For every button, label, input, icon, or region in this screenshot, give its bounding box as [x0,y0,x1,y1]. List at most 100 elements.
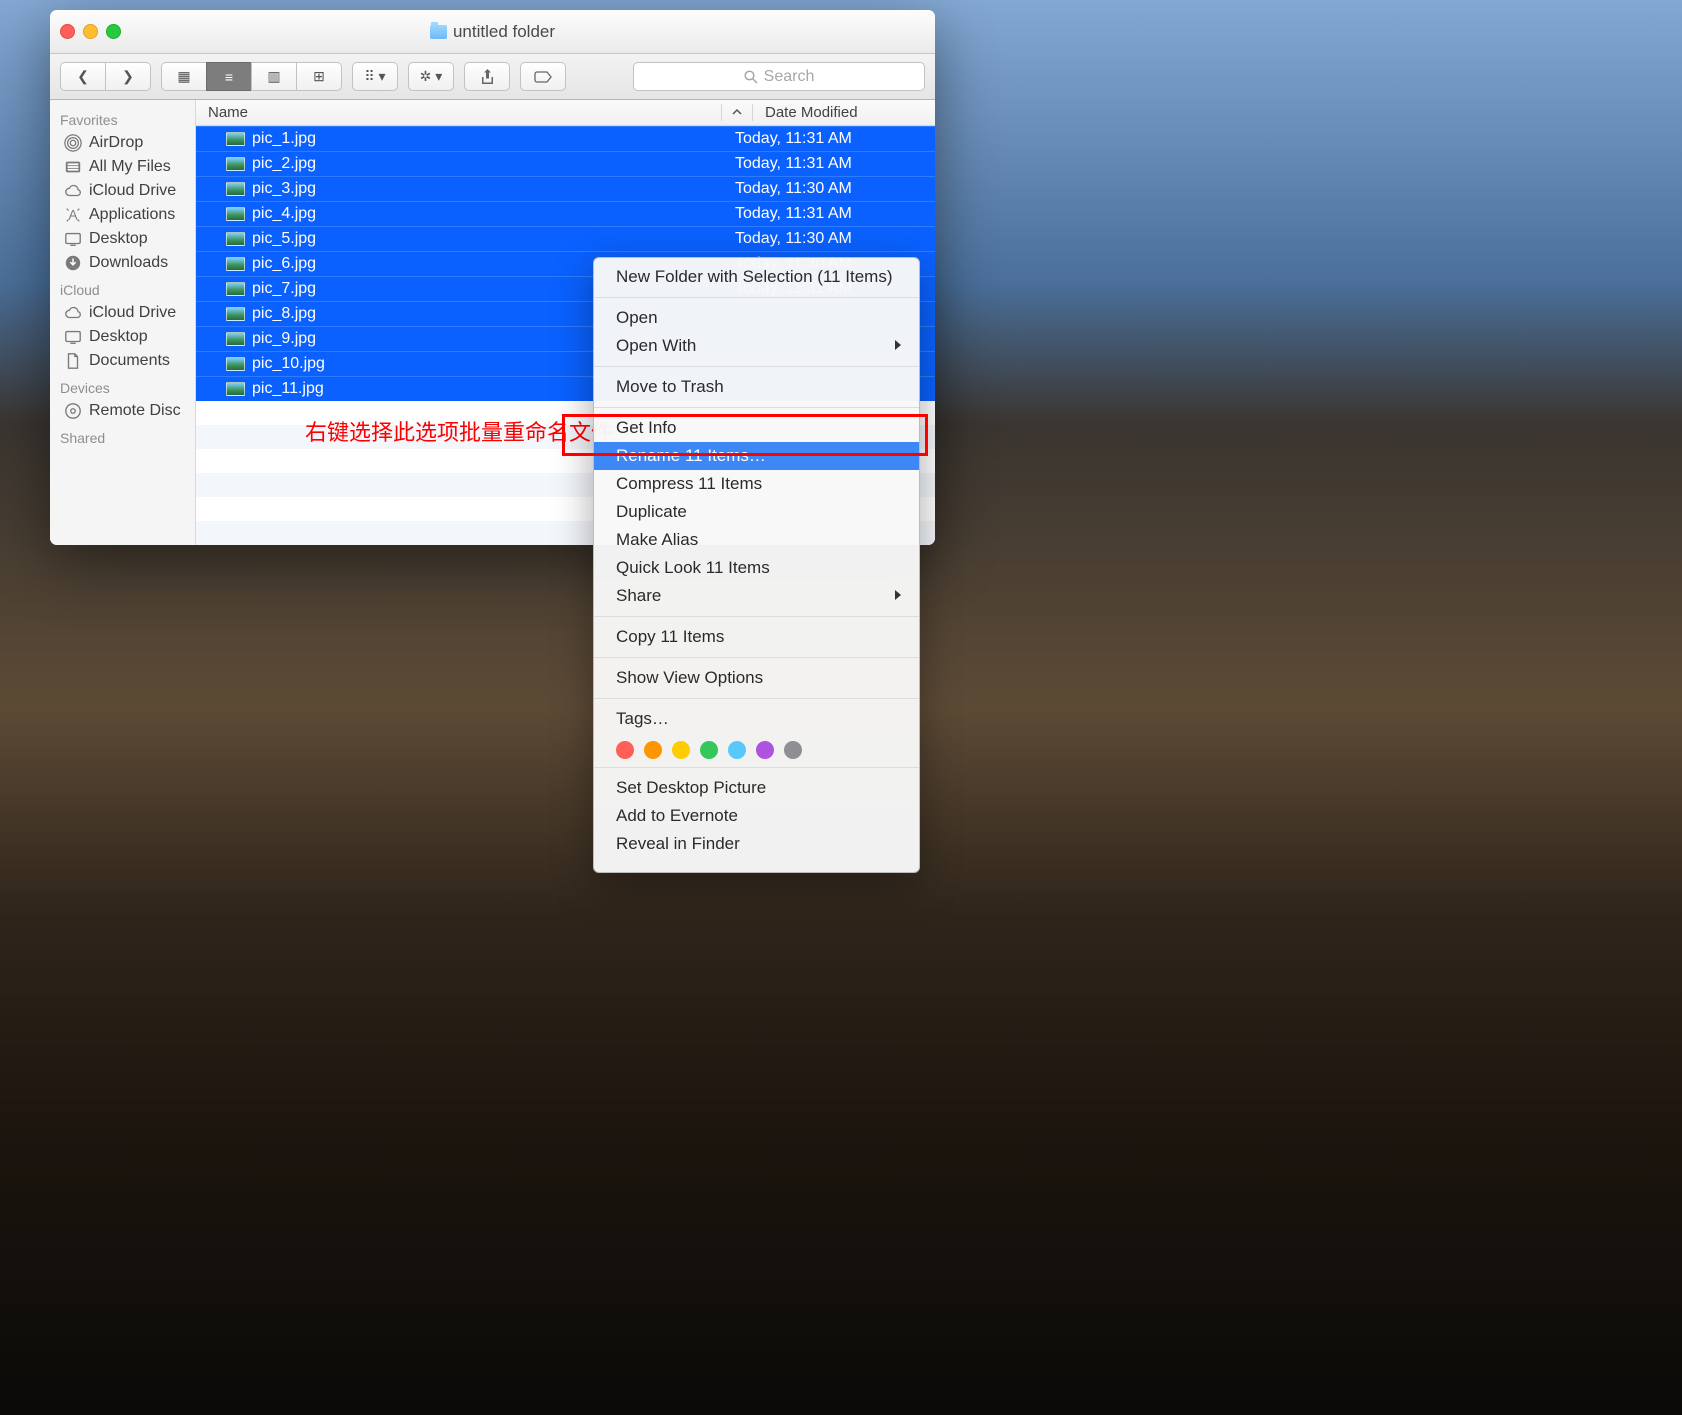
sidebar-item-icloud-drive[interactable]: iCloud Drive [50,179,195,203]
menu-item-tags[interactable]: Tags… [594,705,919,733]
sidebar-item-label: All My Files [89,158,171,176]
toolbar: ❮ ❯ ▦ ≡ ▥ ⊞ ⠿ ▾ ✲ ▾ Search [50,54,935,100]
menu-item-copy-11-items[interactable]: Copy 11 Items [594,623,919,651]
menu-item-label: Duplicate [616,502,687,522]
tag-color[interactable] [700,741,718,759]
file-date: Today, 11:30 AM [723,180,935,198]
nav-buttons: ❮ ❯ [60,62,151,91]
menu-separator [594,767,919,768]
sort-indicator[interactable] [721,104,752,121]
menu-item-label: Open [616,308,658,328]
column-date[interactable]: Date Modified [752,104,935,121]
menu-item-add-to-evernote[interactable]: Add to Evernote [594,802,919,830]
tags-button[interactable] [520,62,566,91]
menu-separator [594,407,919,408]
file-row[interactable]: pic_4.jpgToday, 11:31 AM [196,201,935,226]
menu-item-get-info[interactable]: Get Info [594,414,919,442]
view-columns-button[interactable]: ▥ [251,62,296,91]
window-title-text: untitled folder [453,22,555,42]
sidebar-item-remote-disc[interactable]: Remote Disc [50,399,195,423]
tag-color[interactable] [644,741,662,759]
sidebar-item-documents[interactable]: Documents [50,349,195,373]
share-button[interactable] [464,62,510,91]
tag-color[interactable] [672,741,690,759]
applications-icon: A [64,206,82,224]
menu-item-compress-11-items[interactable]: Compress 11 Items [594,470,919,498]
file-date: Today, 11:31 AM [723,155,935,173]
menu-item-rename-11-items[interactable]: Rename 11 Items… [594,442,919,470]
desktop-icon [64,230,82,248]
file-name: pic_8.jpg [252,305,316,323]
menu-item-quick-look-11-items[interactable]: Quick Look 11 Items [594,554,919,582]
file-name: pic_7.jpg [252,280,316,298]
sidebar-header: Shared [60,430,195,446]
sidebar-item-label: Downloads [89,254,168,272]
menu-item-label: Move to Trash [616,377,724,397]
file-name: pic_11.jpg [252,380,324,398]
sidebar-item-label: Remote Disc [89,402,181,420]
sidebar-item-applications[interactable]: A Applications [50,203,195,227]
menu-item-move-to-trash[interactable]: Move to Trash [594,373,919,401]
menu-item-label: Set Desktop Picture [616,778,766,798]
sidebar-item-all-my-files[interactable]: All My Files [50,155,195,179]
file-row[interactable]: pic_5.jpgToday, 11:30 AM [196,226,935,251]
file-name: pic_1.jpg [252,130,316,148]
desktop-icon [64,328,82,346]
menu-item-set-desktop-picture[interactable]: Set Desktop Picture [594,774,919,802]
back-button[interactable]: ❮ [60,62,105,91]
sidebar-item-desktop[interactable]: Desktop [50,325,195,349]
menu-item-open[interactable]: Open [594,304,919,332]
column-headers: Name Date Modified [196,100,935,126]
sidebar-header: Favorites [60,112,195,128]
sidebar-item-icloud-drive[interactable]: iCloud Drive [50,301,195,325]
image-file-icon [226,382,245,396]
menu-item-share[interactable]: Share [594,582,919,610]
menu-item-open-with[interactable]: Open With [594,332,919,360]
view-gallery-button[interactable]: ⊞ [296,62,342,91]
menu-item-make-alias[interactable]: Make Alias [594,526,919,554]
tag-color[interactable] [784,741,802,759]
tag-color[interactable] [728,741,746,759]
file-date: Today, 11:30 AM [723,230,935,248]
sidebar-item-label: Applications [89,206,175,224]
file-name: pic_4.jpg [252,205,316,223]
tag-color[interactable] [756,741,774,759]
menu-item-new-folder-with-selection-11-items[interactable]: New Folder with Selection (11 Items) [594,263,919,291]
tag-color[interactable] [616,741,634,759]
forward-button[interactable]: ❯ [105,62,151,91]
file-row[interactable]: pic_1.jpgToday, 11:31 AM [196,126,935,151]
sidebar-item-label: iCloud Drive [89,182,176,200]
sidebar-item-desktop[interactable]: Desktop [50,227,195,251]
sidebar-item-airdrop[interactable]: AirDrop [50,131,195,155]
arrange-button[interactable]: ⠿ ▾ [352,62,398,91]
sidebar-item-label: Documents [89,352,170,370]
action-button[interactable]: ✲ ▾ [408,62,454,91]
image-file-icon [226,182,245,196]
menu-separator [594,366,919,367]
menu-item-label: Add to Evernote [616,806,738,826]
sidebar-item-label: iCloud Drive [89,304,176,322]
menu-item-label: Share [616,586,661,606]
file-row[interactable]: pic_3.jpg Today, 11:30 AM [196,176,935,201]
allfiles-icon [64,158,82,176]
disc-icon [64,402,82,420]
menu-item-label: Quick Look 11 Items [616,558,770,578]
search-field[interactable]: Search [633,62,925,91]
file-name: pic_3.jpg [252,180,316,198]
menu-item-reveal-in-finder[interactable]: Reveal in Finder [594,830,919,858]
menu-item-duplicate[interactable]: Duplicate [594,498,919,526]
view-list-button[interactable]: ≡ [206,62,251,91]
image-file-icon [226,232,245,246]
menu-item-show-view-options[interactable]: Show View Options [594,664,919,692]
icloud-icon [64,304,82,322]
context-menu: New Folder with Selection (11 Items) Open… [593,257,920,873]
view-mode-buttons: ▦ ≡ ▥ ⊞ [161,62,342,91]
image-file-icon [226,157,245,171]
file-name: pic_2.jpg [252,155,316,173]
sidebar-item-label: Desktop [89,230,148,248]
icloud-icon [64,182,82,200]
file-row[interactable]: pic_2.jpg Today, 11:31 AM [196,151,935,176]
view-icons-button[interactable]: ▦ [161,62,206,91]
column-name[interactable]: Name [196,104,721,121]
sidebar-item-downloads[interactable]: Downloads [50,251,195,275]
